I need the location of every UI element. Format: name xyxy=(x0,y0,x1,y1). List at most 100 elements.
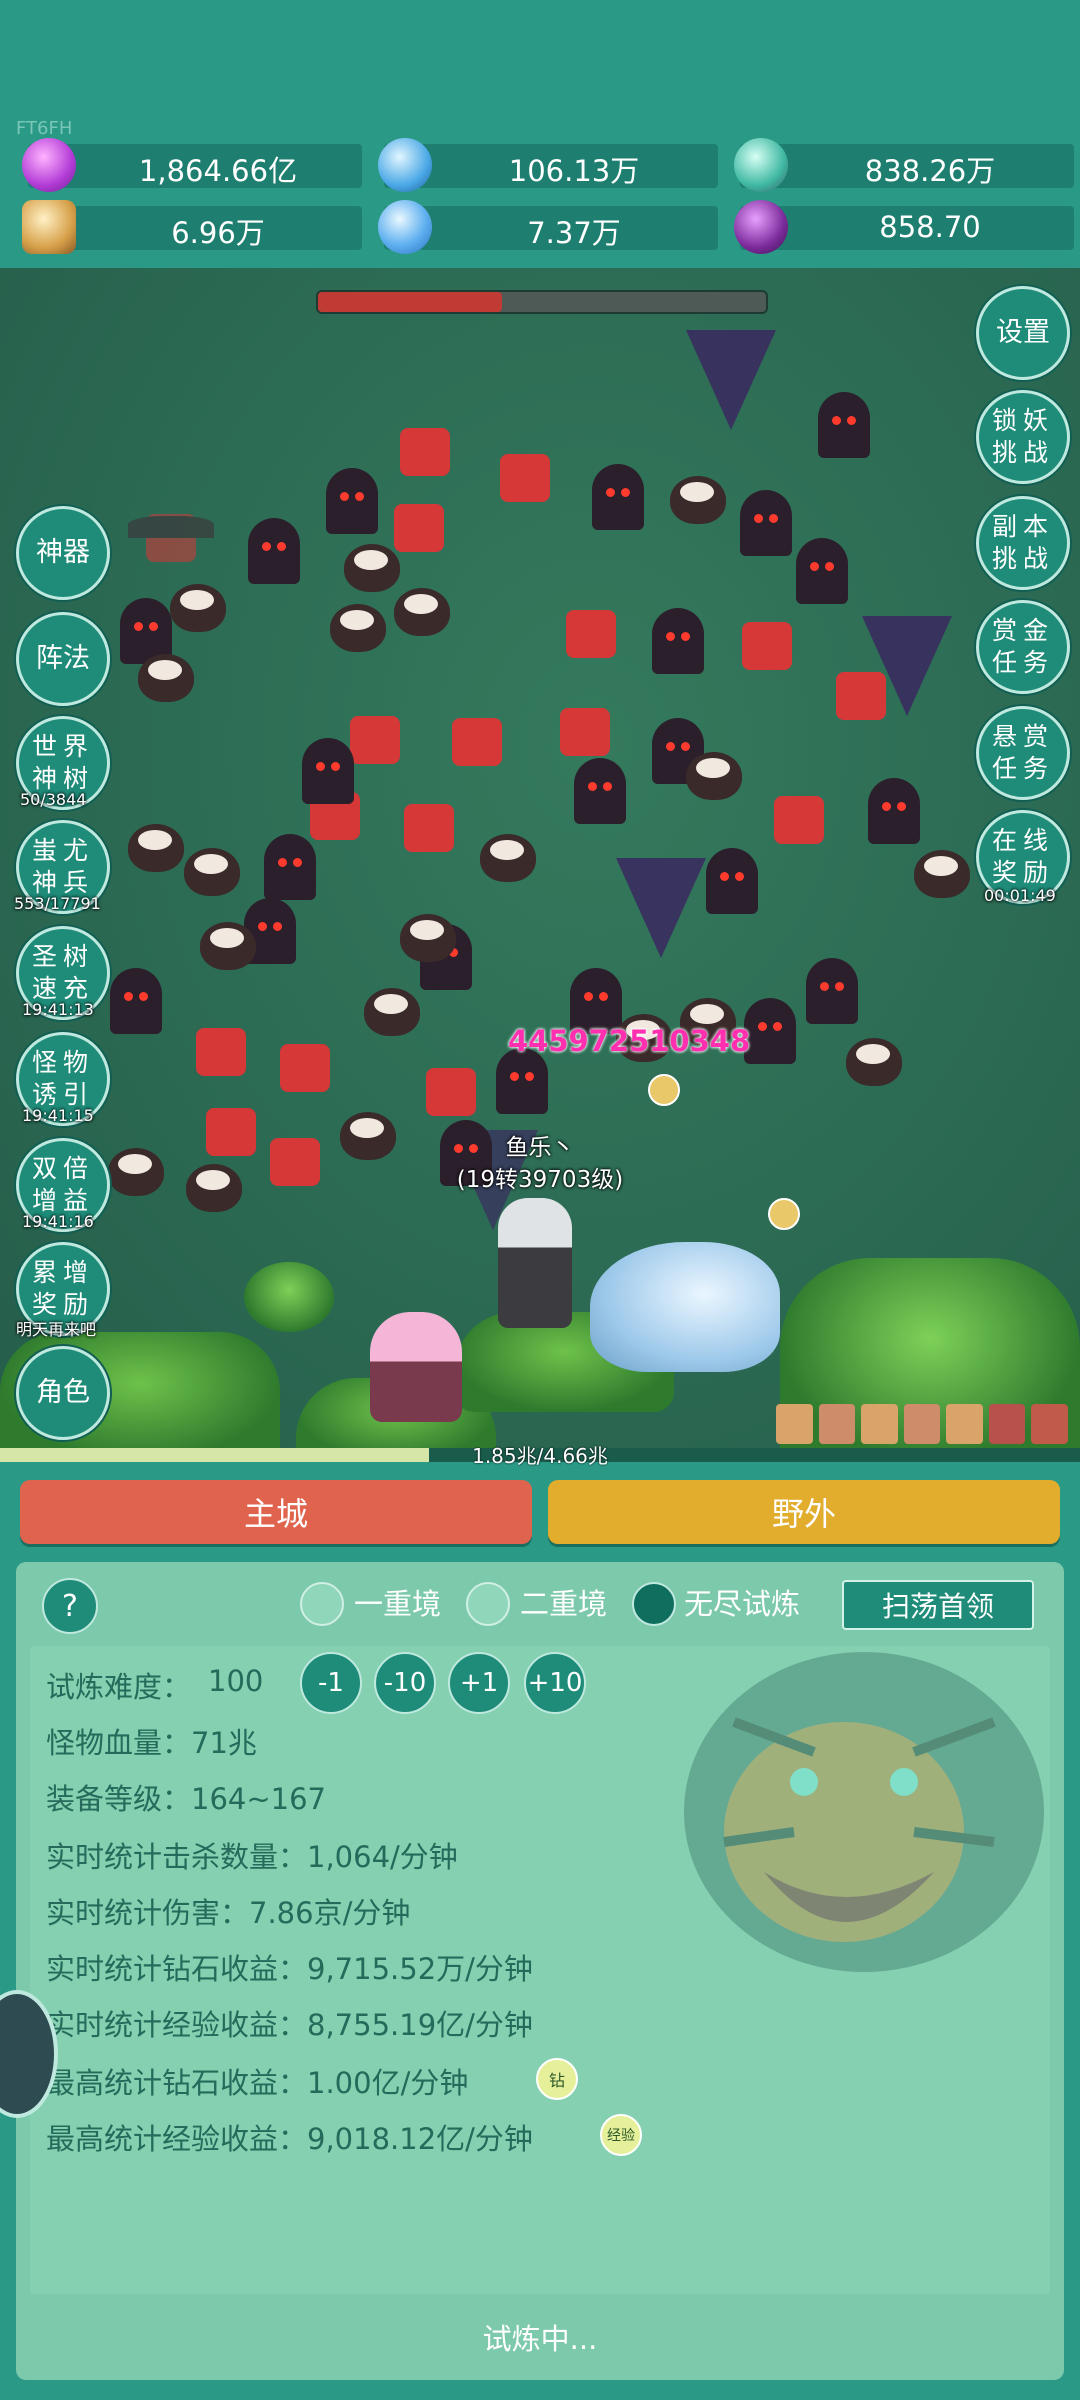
menu-label: 怪物诱引 xyxy=(32,1048,95,1109)
chiyou-weapon-progress: 553/17791 xyxy=(14,894,101,913)
horned-ghost-monster[interactable] xyxy=(740,490,792,556)
max-diamond-rate-stat: 最高统计钻石收益：1.00亿/分钟 xyxy=(46,2066,469,2100)
penguin-monster[interactable] xyxy=(170,584,226,632)
top-tag: FT6FH xyxy=(16,118,73,139)
mode-radio-endless-trial[interactable] xyxy=(632,1582,676,1626)
menu-dungeon-challenge[interactable]: 副本挑战 xyxy=(976,496,1070,590)
damage-number: 445972510348 xyxy=(508,1024,751,1058)
red-cube-monster[interactable] xyxy=(756,796,842,844)
menu-settings[interactable]: 设置 xyxy=(976,286,1070,380)
menu-demon-lock-challenge[interactable]: 锁妖挑战 xyxy=(976,390,1070,484)
penguin-monster[interactable] xyxy=(340,1112,396,1160)
red-cube-monster[interactable] xyxy=(818,672,904,720)
red-cube-monster[interactable] xyxy=(188,1108,274,1156)
wild-button[interactable]: 野外 xyxy=(548,1480,1060,1544)
horned-ghost-monster[interactable] xyxy=(818,392,870,458)
menu-label: 副本挑战 xyxy=(992,512,1055,573)
red-cube-monster[interactable] xyxy=(434,718,520,766)
horned-ghost-monster[interactable] xyxy=(248,518,300,584)
difficulty-plus-1-button[interactable]: +1 xyxy=(448,1652,510,1714)
mode-radio-second-realm[interactable] xyxy=(466,1582,510,1626)
horned-ghost-monster[interactable] xyxy=(592,464,644,530)
difficulty-plus-10-button[interactable]: +10 xyxy=(524,1652,586,1714)
penguin-monster[interactable] xyxy=(480,834,536,882)
ice-dragon-pet[interactable] xyxy=(590,1242,780,1372)
teal-gem-icon xyxy=(734,138,788,192)
player-character[interactable] xyxy=(498,1198,572,1328)
red-cube-monster[interactable] xyxy=(382,428,468,476)
red-cube-monster[interactable] xyxy=(482,454,568,502)
menu-reward-task[interactable]: 悬赏任务 xyxy=(976,706,1070,800)
coin-drop[interactable] xyxy=(768,1198,800,1230)
red-cube-monster[interactable] xyxy=(724,622,810,670)
menu-label: 在线奖励 xyxy=(992,826,1055,887)
menu-label: 角色 xyxy=(36,1377,90,1408)
penguin-monster[interactable] xyxy=(344,544,400,592)
help-button[interactable]: ? xyxy=(42,1578,98,1634)
horned-ghost-monster[interactable] xyxy=(806,958,858,1024)
resource-ice-crystal: 7.37万 xyxy=(378,200,718,254)
sweep-boss-button[interactable]: 扫荡首领 xyxy=(842,1580,1034,1630)
mode-radio-first-realm[interactable] xyxy=(300,1582,344,1626)
player-name: 鱼乐丶 xyxy=(505,1135,575,1161)
horned-ghost-monster[interactable] xyxy=(326,468,378,534)
penguin-monster[interactable] xyxy=(108,1148,164,1196)
penguin-monster[interactable] xyxy=(914,850,970,898)
menu-artifact[interactable]: 神器 xyxy=(16,506,110,600)
diamond-badge: 钻 xyxy=(536,2058,578,2100)
penguin-monster[interactable] xyxy=(364,988,420,1036)
experience-text: 1.85兆/4.66兆 xyxy=(472,1444,608,1468)
resource-diamond: 1,864.66亿 xyxy=(22,138,362,192)
diamond-icon xyxy=(22,138,76,192)
red-cube-monster[interactable] xyxy=(128,514,214,562)
penguin-monster[interactable] xyxy=(138,654,194,702)
difficulty-value: 100 xyxy=(208,1664,264,1698)
buff-icon xyxy=(861,1404,898,1444)
penguin-monster[interactable] xyxy=(686,752,742,800)
horned-ghost-monster[interactable] xyxy=(652,608,704,674)
boss-hp-fill xyxy=(318,292,502,312)
horned-ghost-monster[interactable] xyxy=(302,738,354,804)
red-cube-monster[interactable] xyxy=(376,504,462,552)
penguin-monster[interactable] xyxy=(200,922,256,970)
horned-ghost-monster[interactable] xyxy=(110,968,162,1034)
mode-label-first-realm[interactable]: 一重境 xyxy=(354,1582,441,1626)
bush-small xyxy=(244,1262,334,1332)
mode-label-endless-trial[interactable]: 无尽试炼 xyxy=(684,1582,800,1626)
horned-ghost-monster[interactable] xyxy=(796,538,848,604)
penguin-monster[interactable] xyxy=(330,604,386,652)
horned-ghost-monster[interactable] xyxy=(264,834,316,900)
red-cube-monster[interactable] xyxy=(178,1028,264,1076)
penguin-monster[interactable] xyxy=(186,1164,242,1212)
difficulty-minus-10-button[interactable]: -10 xyxy=(374,1652,436,1714)
penguin-monster[interactable] xyxy=(400,914,456,962)
red-cube-monster[interactable] xyxy=(386,804,472,852)
penguin-monster[interactable] xyxy=(394,588,450,636)
red-cube-monster[interactable] xyxy=(408,1068,494,1116)
battle-scene[interactable] xyxy=(0,268,1080,1460)
menu-formation[interactable]: 阵法 xyxy=(16,612,110,706)
horned-ghost-monster[interactable] xyxy=(706,848,758,914)
red-cube-monster[interactable] xyxy=(548,610,634,658)
coin-drop[interactable] xyxy=(648,1074,680,1106)
horned-ghost-monster[interactable] xyxy=(744,998,796,1064)
menu-bounty-task[interactable]: 赏金任务 xyxy=(976,600,1070,694)
red-cube-monster[interactable] xyxy=(332,716,418,764)
penguin-monster[interactable] xyxy=(846,1038,902,1086)
horned-ghost-monster[interactable] xyxy=(574,758,626,824)
penguin-monster[interactable] xyxy=(670,476,726,524)
penguin-monster[interactable] xyxy=(128,824,184,872)
mode-label-second-realm[interactable]: 二重境 xyxy=(520,1582,607,1626)
ice-crystal-icon xyxy=(378,200,432,254)
menu-character[interactable]: 角色 xyxy=(16,1346,110,1440)
penguin-monster[interactable] xyxy=(184,848,240,896)
horned-ghost-monster[interactable] xyxy=(868,778,920,844)
menu-label: 锁妖挑战 xyxy=(992,406,1055,467)
main-city-button[interactable]: 主城 xyxy=(20,1480,532,1544)
difficulty-minus-1-button[interactable]: -1 xyxy=(300,1652,362,1714)
exp-badge: 经验 xyxy=(600,2114,642,2156)
red-cube-monster[interactable] xyxy=(542,708,628,756)
pink-girl-companion[interactable] xyxy=(370,1312,462,1422)
red-cube-monster[interactable] xyxy=(252,1138,338,1186)
red-cube-monster[interactable] xyxy=(262,1044,348,1092)
